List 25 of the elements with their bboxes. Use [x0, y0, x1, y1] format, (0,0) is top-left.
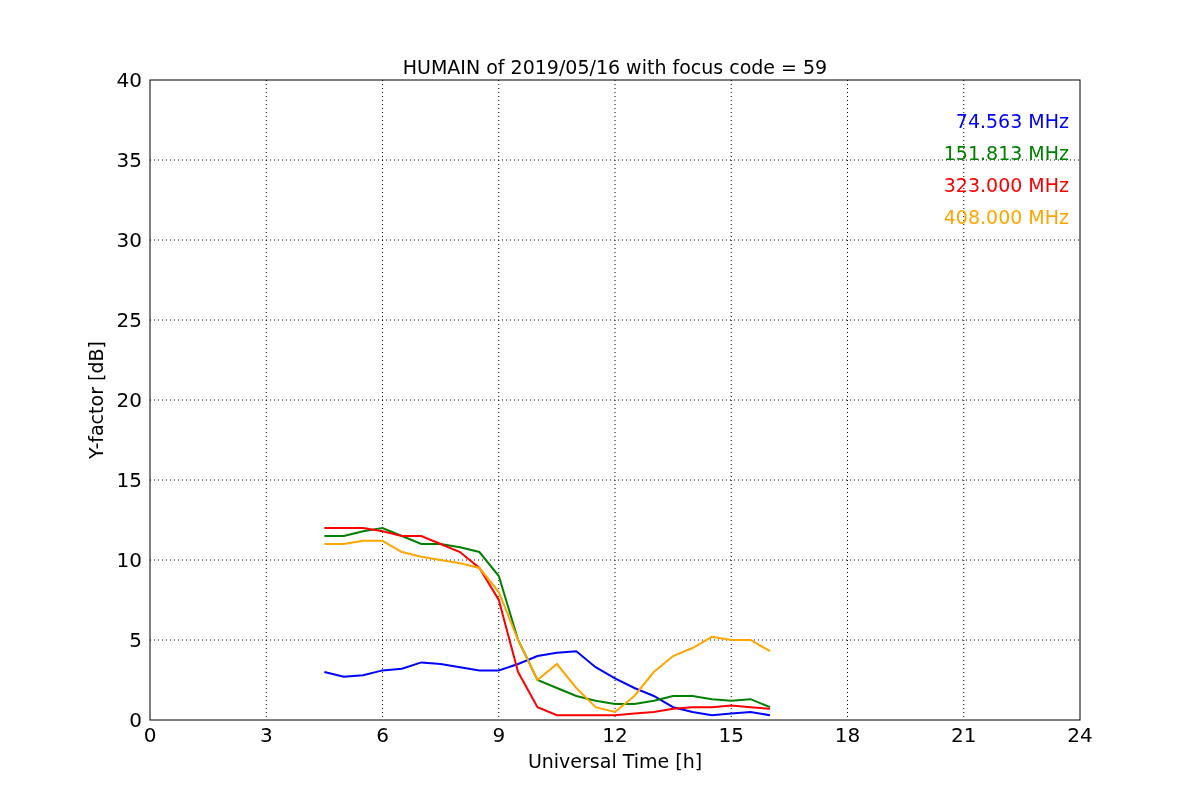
x-tick-label: 0 [143, 723, 157, 747]
chart-title: HUMAIN of 2019/05/16 with focus code = 59 [402, 56, 828, 78]
x-tick-label: 21 [951, 723, 977, 747]
x-tick-label: 3 [259, 723, 273, 747]
y-tick-label: 40 [116, 68, 142, 92]
y-tick-label: 0 [129, 708, 142, 732]
x-tick-label: 18 [834, 723, 861, 747]
y-tick-label: 5 [129, 628, 142, 652]
y-tick-label: 15 [116, 468, 142, 492]
x-tick-label: 9 [492, 723, 506, 747]
legend-label: 323.000 MHz [943, 174, 1069, 196]
y-tick-label: 35 [116, 148, 142, 172]
legend-label: 74.563 MHz [955, 110, 1069, 132]
y-tick-label: 10 [116, 548, 142, 572]
legend-label: 408.000 MHz [943, 206, 1069, 228]
x-axis-label: Universal Time [h] [527, 750, 703, 772]
x-tick-label: 6 [376, 723, 389, 747]
y-tick-label: 30 [116, 228, 142, 252]
x-tick-label: 24 [1067, 723, 1093, 747]
x-tick-label: 12 [602, 723, 628, 747]
legend-label: 151.813 MHz [943, 142, 1069, 164]
y-axis-label: Y-factor [dB] [85, 341, 107, 459]
y-tick-label: 25 [116, 308, 142, 332]
y-tick-label: 20 [116, 388, 142, 412]
x-tick-label: 15 [718, 723, 744, 747]
